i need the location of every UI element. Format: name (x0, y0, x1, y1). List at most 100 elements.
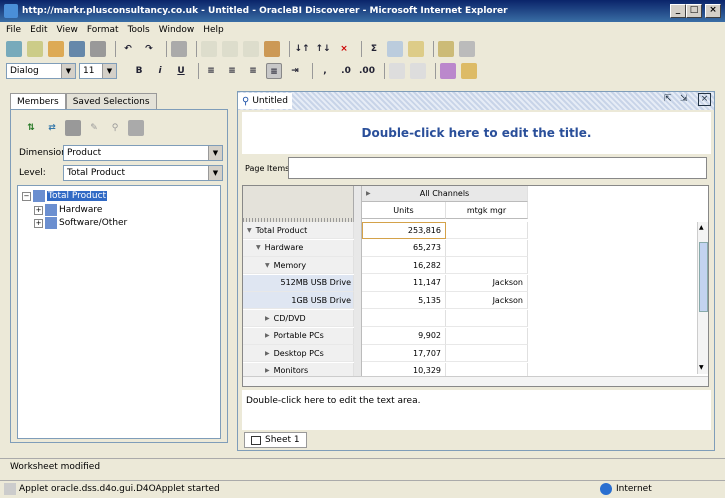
menu-format[interactable]: Format (87, 25, 119, 35)
swap-icon[interactable]: ⇄ (44, 120, 60, 136)
text-area[interactable]: Double-click here to edit the text area. (242, 390, 711, 430)
maximize-button[interactable]: □ (686, 4, 702, 18)
tree-item-hardware[interactable]: + Hardware (34, 204, 102, 216)
column-group-header[interactable]: ▶ All Channels (362, 186, 528, 202)
mgr-cell[interactable] (446, 327, 528, 345)
mgr-cell[interactable]: Jackson (446, 292, 528, 310)
italic-button[interactable]: i (152, 63, 168, 79)
wrap-text-icon[interactable]: ≡ (266, 63, 282, 79)
scroll-down-icon[interactable]: ▼ (699, 364, 704, 371)
expand-right-icon[interactable]: ▶ (366, 190, 371, 197)
horizontal-scrollbar[interactable] (243, 376, 708, 386)
menu-edit[interactable]: Edit (30, 25, 47, 35)
table-chart-icon[interactable] (243, 41, 259, 57)
decimal-decrease-icon[interactable]: .00 (359, 63, 375, 79)
sheet-tab[interactable]: Sheet 1 (244, 432, 307, 448)
mgr-cell[interactable] (446, 239, 528, 257)
column-header-units[interactable]: Units (362, 202, 446, 219)
delete-icon[interactable] (171, 41, 187, 57)
close-worksheet-icon[interactable]: × (698, 93, 711, 106)
graph-icon[interactable] (264, 41, 280, 57)
expand-icon[interactable]: ▶ (265, 315, 270, 322)
save-icon[interactable] (69, 41, 85, 57)
units-cell[interactable]: 253,816 (362, 222, 446, 239)
units-cell[interactable]: 65,273 (362, 239, 446, 257)
tab-members[interactable]: Members (10, 93, 66, 109)
collapse-icon[interactable]: − (22, 191, 31, 201)
tree-item-software-other[interactable]: + Software/Other (34, 217, 127, 229)
align-right-icon[interactable]: ≡ (245, 63, 261, 79)
row-header[interactable]: ▼ Hardware (243, 239, 354, 257)
expand-icon[interactable]: + (34, 205, 43, 215)
format-cells-icon[interactable] (389, 63, 405, 79)
conditional-format-icon[interactable] (461, 63, 477, 79)
row-header[interactable]: ▶ Desktop PCs (243, 345, 354, 363)
vertical-scrollbar[interactable]: ▲ ▼ (697, 222, 708, 374)
expand-icon[interactable]: ▶ (265, 350, 270, 357)
currency-icon[interactable]: , (317, 63, 333, 79)
tab-saved-selections[interactable]: Saved Selections (65, 93, 157, 109)
dimension-select[interactable]: Product ▼ (63, 145, 223, 161)
units-cell[interactable] (362, 310, 446, 327)
menu-view[interactable]: View (57, 25, 78, 35)
font-size-select[interactable]: 11 ▼ (79, 63, 117, 79)
worksheet-title-area[interactable]: Double-click here to edit the title. (242, 112, 711, 154)
row-header[interactable]: ▶ Portable PCs (243, 327, 354, 345)
align-center-icon[interactable]: ≡ (224, 63, 240, 79)
table-icon[interactable] (201, 41, 217, 57)
row-header[interactable]: 1GB USB Drive (243, 292, 354, 310)
menu-window[interactable]: Window (159, 25, 195, 35)
column-header-mgr[interactable]: mtgk mgr (446, 202, 528, 219)
bold-button[interactable]: B (131, 63, 147, 79)
print-icon[interactable] (90, 41, 106, 57)
restore-icon[interactable]: ⇱ (664, 94, 672, 104)
decimal-increase-icon[interactable]: .0 (338, 63, 354, 79)
expand-icon[interactable]: ▶ (265, 367, 270, 374)
filter-icon[interactable] (408, 41, 424, 57)
collapse-icon[interactable]: ▼ (247, 227, 252, 234)
sort-descending-icon[interactable]: ↑↓ (315, 41, 331, 57)
menu-file[interactable]: File (6, 25, 21, 35)
row-drag-handle[interactable] (354, 186, 362, 386)
row-header[interactable]: ▼ Total Product (243, 222, 354, 239)
scrollbar-thumb[interactable] (699, 242, 708, 312)
close-button[interactable]: × (705, 4, 721, 18)
menu-help[interactable]: Help (203, 25, 224, 35)
units-cell[interactable]: 16,282 (362, 257, 446, 275)
units-cell[interactable]: 11,147 (362, 274, 446, 292)
mgr-cell[interactable] (446, 257, 528, 275)
row-header[interactable]: 512MB USB Drive (243, 274, 354, 292)
select-members-icon[interactable]: ⇅ (23, 120, 39, 136)
query-icon[interactable] (438, 41, 454, 57)
minimize-button[interactable]: _ (670, 4, 686, 18)
crosstab-icon[interactable] (222, 41, 238, 57)
export-icon[interactable] (459, 41, 475, 57)
expand-icon[interactable]: ▶ (265, 332, 270, 339)
mgr-cell[interactable] (446, 345, 528, 363)
calculation-icon[interactable]: Σ (366, 41, 382, 57)
exception-icon[interactable] (387, 41, 403, 57)
font-select[interactable]: Dialog ▼ (6, 63, 76, 79)
expand-icon[interactable]: + (34, 218, 43, 228)
page-items-area[interactable] (288, 157, 707, 179)
collapse-icon[interactable]: ▼ (256, 244, 261, 251)
tree-item-total-product[interactable]: − Total Product (22, 190, 108, 202)
underline-button[interactable]: U (173, 63, 189, 79)
detach-icon[interactable]: ⇲ (680, 94, 688, 104)
undo-icon[interactable]: ↶ (120, 41, 136, 57)
collapse-icon[interactable]: ▼ (265, 262, 270, 269)
open-folder-icon[interactable] (48, 41, 64, 57)
row-header[interactable]: ▶ CD/DVD (243, 310, 354, 327)
redo-icon[interactable]: ↷ (141, 41, 157, 57)
stoplight-icon[interactable] (440, 63, 456, 79)
open-icon[interactable] (27, 41, 43, 57)
mgr-cell[interactable] (446, 310, 528, 327)
align-left-icon[interactable]: ≡ (203, 63, 219, 79)
units-cell[interactable]: 9,902 (362, 327, 446, 345)
row-header[interactable]: ▼ Memory (243, 257, 354, 275)
scroll-up-icon[interactable]: ▲ (699, 224, 704, 231)
units-cell[interactable]: 5,135 (362, 292, 446, 310)
indent-icon[interactable]: ⇥ (287, 63, 303, 79)
remove-sort-icon[interactable]: × (336, 41, 352, 57)
new-workbook-icon[interactable] (6, 41, 22, 57)
